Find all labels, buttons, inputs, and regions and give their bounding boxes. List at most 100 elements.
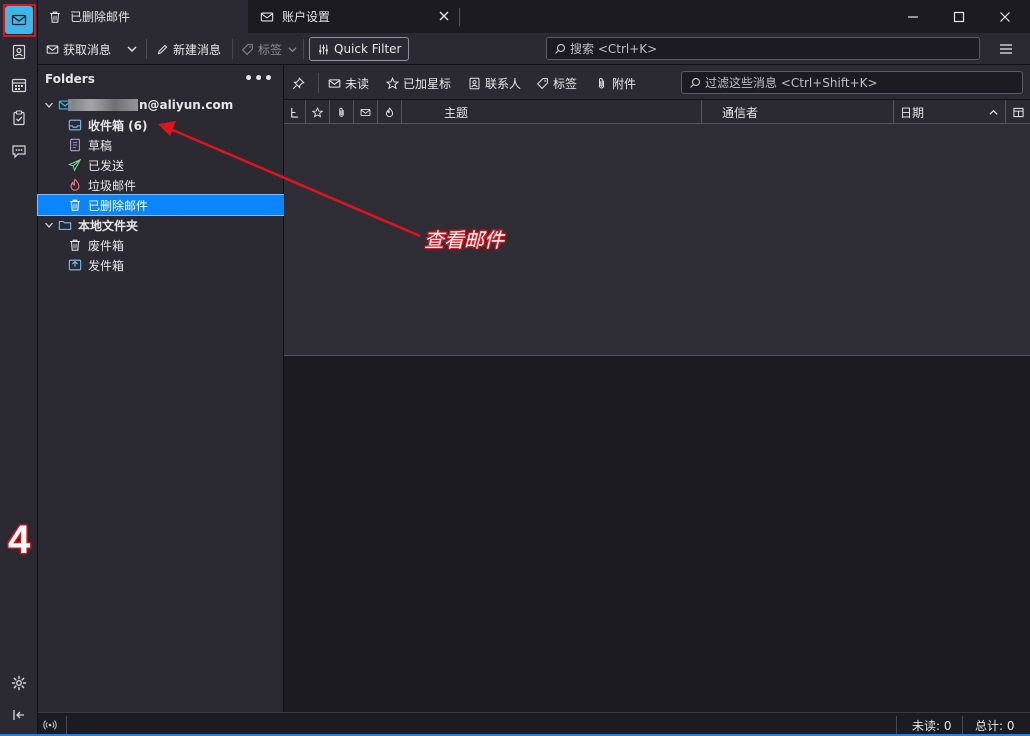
- sent-icon: [68, 158, 82, 172]
- total-count: 0: [1006, 719, 1015, 733]
- filter-tags-button[interactable]: 标签: [536, 74, 577, 92]
- get-messages-dropdown[interactable]: [126, 37, 142, 61]
- folder-label: 草稿: [88, 138, 113, 153]
- collapse-spaces-button[interactable]: [7, 703, 31, 727]
- chat-button[interactable]: [7, 139, 31, 163]
- junk-icon: [385, 106, 394, 117]
- get-messages-label: 获取消息: [63, 42, 112, 57]
- folder-label: 收件箱 (6): [88, 118, 148, 133]
- local-folders-row[interactable]: 本地文件夹: [38, 215, 284, 235]
- unread-label: 未读:: [912, 719, 941, 733]
- search-placeholder: 搜索 <Ctrl+K>: [570, 42, 658, 56]
- maximize-button[interactable]: [936, 0, 982, 33]
- step-number: 4: [8, 518, 31, 562]
- column-correspondent[interactable]: 通信者: [702, 100, 894, 124]
- folder-pane-header: Folders •••: [38, 65, 284, 93]
- filter-unread-button[interactable]: 未读: [328, 74, 369, 92]
- folder-sent[interactable]: 已发送: [38, 155, 284, 175]
- filter-label: 未读: [345, 76, 370, 91]
- filter-messages-input[interactable]: 过滤这些消息 <Ctrl+Shift+K>: [681, 71, 1023, 94]
- online-status-icon[interactable]: [43, 718, 57, 732]
- unread-count: 0: [943, 719, 952, 733]
- maximize-icon: [953, 11, 965, 22]
- paperclip-icon: [598, 77, 605, 88]
- filter-starred-button[interactable]: 已加星标: [386, 74, 451, 92]
- column-attachment[interactable]: [330, 100, 354, 124]
- tab-separator: [459, 8, 460, 26]
- tab-deleted-mail[interactable]: 已删除邮件: [38, 0, 248, 33]
- thread-list[interactable]: [284, 124, 1030, 356]
- column-junk-status[interactable]: [378, 100, 402, 124]
- read-status-icon: [360, 108, 371, 116]
- calendar-icon: [11, 78, 27, 93]
- folder-junk[interactable]: 垃圾邮件: [38, 175, 284, 195]
- column-thread[interactable]: [284, 100, 306, 124]
- tab-account-settings[interactable]: 账户设置: [250, 0, 460, 33]
- quick-filter-bar: 未读 已加星标 联系人 标签 附件 过滤这些消息 <Ctrl+Shift+K>: [284, 65, 1030, 100]
- get-messages-button[interactable]: 获取消息: [46, 37, 111, 61]
- envelope-icon: [260, 12, 274, 21]
- sticky-filter-button[interactable]: [292, 74, 309, 92]
- star-icon: [386, 76, 399, 89]
- folder-local-trash[interactable]: 废件箱: [38, 235, 284, 255]
- new-message-button[interactable]: 新建消息: [156, 37, 221, 61]
- column-picker[interactable]: [1006, 100, 1030, 124]
- tab-label: 已删除邮件: [70, 10, 131, 24]
- annotation-label: 查看邮件: [424, 228, 504, 252]
- chevron-down-icon[interactable]: [44, 100, 54, 110]
- tasks-icon: [13, 110, 25, 126]
- hamburger-menu-icon[interactable]: [998, 41, 1014, 57]
- column-picker-icon: [1012, 107, 1024, 117]
- unread-count-display: 未读: 0: [912, 717, 952, 734]
- tab-strip: 已删除邮件 账户设置: [38, 0, 1030, 33]
- paperclip-icon: [339, 107, 344, 117]
- column-subject[interactable]: 主题: [402, 100, 702, 124]
- column-read-status[interactable]: [354, 100, 378, 124]
- folder-outbox[interactable]: 发件箱: [38, 255, 284, 275]
- new-message-label: 新建消息: [173, 42, 222, 57]
- account-email: n@aliyun.com: [139, 98, 234, 112]
- chat-icon: [12, 145, 26, 159]
- star-icon: [312, 106, 323, 118]
- window-close-button[interactable]: [982, 0, 1028, 33]
- account-row[interactable]: n@aliyun.com: [38, 95, 284, 115]
- status-separator: [66, 716, 67, 734]
- folder-label: 已发送: [88, 158, 125, 173]
- envelope-download-icon: [46, 44, 59, 54]
- redacted-email: [68, 99, 138, 111]
- minimize-button[interactable]: [890, 0, 936, 33]
- calendar-button[interactable]: [7, 73, 31, 97]
- folder-drafts[interactable]: 草稿: [38, 135, 284, 155]
- filter-attachments-button[interactable]: 附件: [595, 74, 636, 92]
- address-book-button[interactable]: [7, 40, 31, 64]
- tab-label: 账户设置: [282, 10, 331, 24]
- settings-button[interactable]: [7, 671, 31, 695]
- folder-trash[interactable]: 已删除邮件: [37, 194, 285, 216]
- chevron-down-icon[interactable]: [44, 220, 54, 230]
- total-label: 总计:: [975, 719, 1004, 733]
- tag-button[interactable]: 标签: [241, 37, 302, 61]
- trash-icon: [70, 199, 80, 211]
- outbox-icon: [68, 259, 82, 271]
- more-options-icon[interactable]: •••: [244, 71, 274, 87]
- filter-label: 附件: [612, 76, 637, 91]
- toolbar-separator: [303, 39, 304, 59]
- tasks-button[interactable]: [7, 106, 31, 130]
- highlight-box: [3, 4, 36, 37]
- spaces-toolbar: 4: [0, 0, 38, 736]
- folder-label: 废件箱: [88, 238, 125, 253]
- junk-icon: [70, 178, 80, 191]
- column-date[interactable]: 日期: [894, 100, 1006, 124]
- close-icon[interactable]: [438, 10, 450, 22]
- gear-icon: [11, 675, 27, 691]
- minimize-icon: [908, 15, 918, 18]
- folder-inbox[interactable]: 收件箱 (6): [38, 115, 284, 135]
- filter-contacts-button[interactable]: 联系人: [468, 74, 521, 92]
- folder-label: 垃圾邮件: [88, 178, 137, 193]
- column-starred[interactable]: [306, 100, 330, 124]
- quick-filter-button[interactable]: Quick Filter: [309, 37, 410, 61]
- global-search-input[interactable]: 搜索 <Ctrl+K>: [546, 37, 980, 60]
- thread-icon: [291, 107, 299, 118]
- status-separator: [962, 716, 963, 734]
- folder-label: 发件箱: [88, 258, 125, 273]
